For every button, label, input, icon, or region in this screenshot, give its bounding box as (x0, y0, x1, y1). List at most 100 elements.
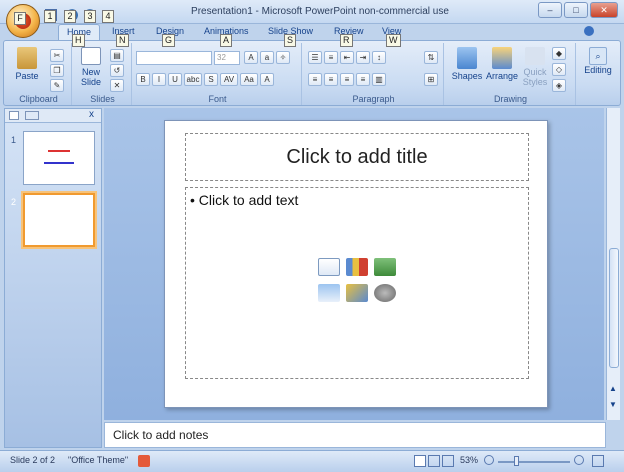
slide-thumbnail-2[interactable] (23, 193, 95, 247)
slideshow-view-icon[interactable] (442, 455, 454, 467)
body-placeholder[interactable]: • Click to add text (185, 187, 529, 379)
help-icon[interactable] (584, 26, 594, 36)
zoom-slider[interactable] (498, 461, 570, 463)
increase-indent-icon[interactable]: ⇥ (356, 51, 370, 64)
zoom-level[interactable]: 53% (460, 455, 478, 465)
spelling-icon[interactable] (138, 455, 150, 467)
keytip-office: F (14, 12, 26, 25)
insert-table-icon[interactable] (318, 258, 340, 276)
slides-tab-icon[interactable] (9, 111, 19, 120)
keytip-insert: N (116, 34, 129, 47)
thumb-text-mark (44, 162, 74, 164)
thumb-title-mark (48, 150, 70, 152)
keytip-home: H (72, 34, 85, 47)
clipboard-group: Paste ✂ ❐ ✎ Clipboard (6, 43, 72, 105)
columns-icon[interactable]: ▥ (372, 73, 386, 86)
vertical-scrollbar[interactable]: ▲ ▼ (606, 108, 620, 420)
keytip-view: W (386, 34, 401, 47)
shape-effects-icon[interactable]: ◈ (552, 79, 566, 92)
zoom-in-icon[interactable] (574, 455, 584, 465)
shrink-font-icon[interactable]: a (260, 51, 274, 64)
char-spacing-button[interactable]: AV (220, 73, 238, 86)
paste-button[interactable]: Paste (10, 47, 44, 81)
bullets-icon[interactable]: ☰ (308, 51, 322, 64)
align-left-icon[interactable]: ≡ (308, 73, 322, 86)
close-button[interactable]: ✕ (590, 2, 618, 18)
paragraph-row-2: ≡ ≡ ≡ ≡ ▥ (308, 73, 386, 86)
insert-smartart-icon[interactable] (374, 258, 396, 276)
keytip-animations: A (220, 34, 233, 47)
insert-picture-icon[interactable] (318, 284, 340, 302)
body-text: • Click to add text (190, 192, 299, 208)
notes-pane[interactable]: Click to add notes (104, 422, 606, 448)
font-size-combo[interactable]: 32 (214, 51, 240, 65)
quick-styles-button[interactable]: Quick Styles (520, 47, 550, 87)
sorter-view-icon[interactable] (428, 455, 440, 467)
bold-button[interactable]: B (136, 73, 150, 86)
font-name-combo[interactable] (136, 51, 212, 65)
shape-fill-icon[interactable]: ◆ (552, 47, 566, 60)
paragraph-label: Paragraph (352, 94, 395, 104)
grow-font-icon[interactable]: A (244, 51, 258, 64)
align-right-icon[interactable]: ≡ (340, 73, 354, 86)
reset-icon[interactable]: ↺ (110, 64, 124, 77)
insert-clipart-icon[interactable] (346, 284, 368, 302)
shadow-button[interactable]: S (204, 73, 218, 86)
editing-button[interactable]: ⌕ Editing (580, 47, 616, 75)
zoom-out-icon[interactable] (484, 455, 494, 465)
outline-tab-icon[interactable] (25, 111, 39, 120)
paragraph-row-1: ☰ ≡ ⇤ ⇥ ↕ (308, 51, 386, 64)
maximize-button[interactable]: □ (564, 2, 588, 18)
title-placeholder[interactable]: Click to add title (185, 133, 529, 181)
close-pane-icon[interactable]: x (89, 109, 94, 120)
insert-chart-icon[interactable] (346, 258, 368, 276)
layout-icon[interactable]: ▤ (110, 49, 124, 62)
keytip-qat3: 3 (84, 10, 96, 23)
text-direction-icon[interactable]: ⇅ (424, 51, 438, 64)
smartart-icon[interactable]: ⊞ (424, 73, 438, 86)
window-controls: – □ ✕ (538, 2, 618, 18)
normal-view-icon[interactable] (414, 455, 426, 467)
zoom-slider-handle[interactable] (514, 456, 519, 466)
ribbon-tabs: Home Insert Design Animations Slide Show… (0, 24, 624, 41)
minimize-button[interactable]: – (538, 2, 562, 18)
shape-outline-icon[interactable]: ◇ (552, 63, 566, 76)
change-case-button[interactable]: Aa (240, 73, 258, 86)
keytip-slideshow: S (284, 34, 297, 47)
format-painter-icon[interactable]: ✎ (50, 79, 64, 92)
clear-format-icon[interactable]: ✧ (276, 51, 290, 64)
slide-thumbnail-1[interactable] (23, 131, 95, 185)
font-group: 32 A a ✧ B I U abc S AV Aa A Font (134, 43, 302, 105)
next-slide-icon[interactable]: ▼ (609, 400, 617, 409)
slide-count: Slide 2 of 2 (10, 455, 56, 465)
underline-button[interactable]: U (168, 73, 182, 86)
justify-icon[interactable]: ≡ (356, 73, 370, 86)
strikethrough-button[interactable]: abc (184, 73, 202, 86)
cut-icon[interactable]: ✂ (50, 49, 64, 62)
align-center-icon[interactable]: ≡ (324, 73, 338, 86)
keytip-review: R (340, 34, 353, 47)
line-spacing-icon[interactable]: ↕ (372, 51, 386, 64)
previous-slide-icon[interactable]: ▲ (609, 384, 617, 393)
editing-group[interactable]: ⌕ Editing (578, 43, 618, 105)
scrollbar-thumb[interactable] (609, 248, 619, 368)
editing-label: Editing (584, 65, 612, 75)
shapes-button[interactable]: Shapes (450, 47, 484, 81)
slide-work-area: Click to add title • Click to add text (104, 108, 604, 420)
quick-styles-label-2: Styles (522, 77, 548, 87)
delete-slide-icon[interactable]: ✕ (110, 79, 124, 92)
numbering-icon[interactable]: ≡ (324, 51, 338, 64)
arrange-button[interactable]: Arrange (484, 47, 520, 81)
copy-icon[interactable]: ❐ (50, 64, 64, 77)
status-bar: Slide 2 of 2 "Office Theme" 53% (0, 450, 624, 472)
italic-button[interactable]: I (152, 73, 166, 86)
new-slide-button[interactable]: New Slide (76, 47, 106, 87)
insert-media-icon[interactable] (374, 284, 396, 302)
fit-to-window-icon[interactable] (592, 455, 604, 467)
decrease-indent-icon[interactable]: ⇤ (340, 51, 354, 64)
slides-label: Slides (90, 94, 115, 104)
font-color-button[interactable]: A (260, 73, 274, 86)
drawing-label: Drawing (493, 94, 527, 104)
shapes-icon (457, 47, 477, 69)
paste-label: Paste (15, 71, 39, 81)
